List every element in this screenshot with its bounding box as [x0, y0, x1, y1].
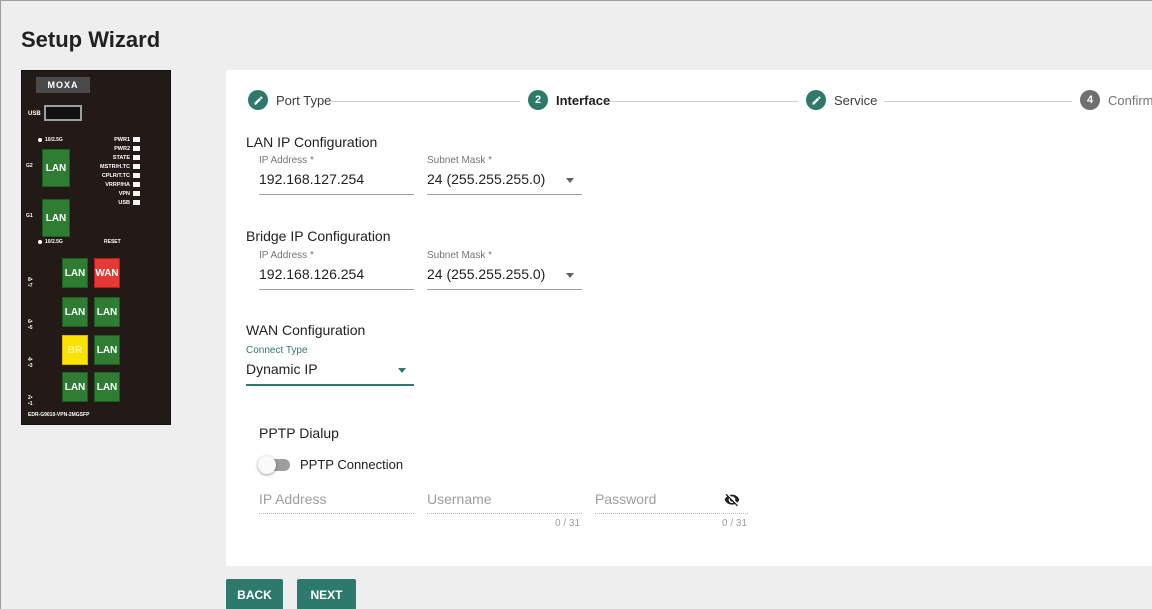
- device-port-g1: LAN: [42, 199, 70, 237]
- edit-icon: [253, 95, 263, 105]
- step-number-badge: 2: [528, 90, 548, 110]
- step-port-type[interactable]: Port Type: [248, 90, 331, 110]
- page-title: Setup Wizard: [21, 27, 161, 52]
- device-port-wan: WAN: [94, 258, 120, 288]
- dropdown-arrow-icon: [566, 273, 574, 278]
- lan-ip-field[interactable]: IP Address * 192.168.127.254: [259, 155, 414, 195]
- step-interface[interactable]: 2 Interface: [528, 90, 610, 110]
- step-label: Service: [834, 92, 878, 108]
- field-underline: [259, 289, 414, 290]
- step-connector: [884, 101, 1072, 102]
- device-port-3: LAN: [94, 335, 120, 365]
- step-confirm[interactable]: 4 Confirm: [1080, 90, 1152, 110]
- device-led: MSTR/H.TC: [100, 162, 140, 171]
- field-underline: [259, 194, 414, 195]
- device-speed-label-bottom: 10/2.5G: [38, 239, 63, 245]
- device-model-label: EDR-G9010-VPN-2MGSFP: [28, 412, 90, 418]
- device-side-label: 8• •7: [28, 277, 33, 289]
- field-label: Subnet Mask *: [427, 250, 493, 261]
- back-button[interactable]: BACK: [226, 579, 283, 609]
- device-port-g2: LAN: [42, 149, 70, 187]
- wan-section-title: WAN Configuration: [246, 322, 366, 338]
- step-connector: [330, 101, 520, 102]
- device-led: PWR2: [100, 144, 140, 153]
- step-number-badge: 4: [1080, 90, 1100, 110]
- device-g1-label: G1: [26, 213, 33, 219]
- step-label: Port Type: [276, 92, 332, 108]
- dropdown-arrow-icon: [398, 368, 406, 373]
- password-char-counter: 0 / 31: [722, 518, 748, 529]
- device-led: VPN: [100, 189, 140, 198]
- device-port-6: LAN: [62, 297, 88, 327]
- device-led: CPLR/T.TC: [100, 171, 140, 180]
- step-service[interactable]: Service: [806, 90, 877, 110]
- field-underline: [259, 513, 414, 514]
- toggle-label: PPTP Connection: [300, 457, 404, 472]
- device-led: STATE: [100, 153, 140, 162]
- bridge-subnet-value: 24 (255.255.255.0): [427, 266, 546, 282]
- next-button[interactable]: NEXT: [297, 579, 356, 609]
- pptp-connection-toggle[interactable]: PPTP Connection: [258, 455, 404, 474]
- bridge-ip-value: 192.168.126.254: [259, 266, 365, 282]
- device-g2-label: G2: [26, 163, 33, 169]
- field-underline: [427, 289, 582, 290]
- field-underline: [595, 513, 748, 514]
- bridge-ip-field[interactable]: IP Address * 192.168.126.254: [259, 250, 414, 290]
- device-speed-label-top: 10/2.5G: [38, 137, 63, 143]
- field-underline: [427, 194, 582, 195]
- step-done-badge: [248, 90, 268, 110]
- bridge-subnet-select[interactable]: Subnet Mask * 24 (255.255.255.0): [427, 250, 582, 290]
- field-label: IP Address *: [259, 155, 314, 166]
- device-port-2: LAN: [62, 372, 88, 402]
- device-port-5: LAN: [94, 297, 120, 327]
- toggle-track[interactable]: [258, 455, 290, 474]
- lan-ip-value: 192.168.127.254: [259, 171, 365, 187]
- username-char-counter: 0 / 31: [555, 518, 581, 529]
- pptp-username-input[interactable]: Username: [427, 491, 582, 514]
- device-panel: MOXA USB 10/2.5G PWR1 PWR2 STATE MSTR/H.…: [21, 70, 171, 425]
- step-connector: [610, 101, 798, 102]
- device-port-8: LAN: [62, 258, 88, 288]
- device-led: USB: [100, 198, 140, 207]
- field-label: Connect Type: [246, 345, 308, 356]
- bridge-section-title: Bridge IP Configuration: [246, 228, 391, 244]
- wizard-frame: Setup Wizard MOXA USB 10/2.5G PWR1 PWR2 …: [0, 0, 1152, 609]
- visibility-off-icon[interactable]: [723, 492, 741, 513]
- lan-subnet-select[interactable]: Subnet Mask * 24 (255.255.255.0): [427, 155, 582, 195]
- dropdown-arrow-icon: [566, 178, 574, 183]
- field-label: Subnet Mask *: [427, 155, 493, 166]
- lan-subnet-value: 24 (255.255.255.0): [427, 171, 546, 187]
- device-port-br: BR: [62, 335, 88, 365]
- pptp-section-title: PPTP Dialup: [259, 425, 339, 441]
- step-label: Confirm: [1108, 92, 1152, 108]
- device-reset-label: RESET: [104, 239, 121, 245]
- step-label: Interface: [556, 92, 611, 108]
- stepper: Port Type 2 Interface Service 4 Confirm: [226, 70, 1152, 132]
- input-placeholder: Username: [427, 491, 492, 507]
- device-side-label: 6• •5: [28, 319, 33, 331]
- device-led-list: PWR1 PWR2 STATE MSTR/H.TC CPLR/T.TC VRRP…: [100, 135, 140, 207]
- device-led: PWR1: [100, 135, 140, 144]
- edit-icon: [811, 95, 821, 105]
- pptp-ip-input[interactable]: IP Address: [259, 491, 414, 514]
- device-dot-icon: [38, 137, 42, 142]
- wizard-card: Port Type 2 Interface Service 4 Confirm …: [226, 70, 1152, 566]
- wan-connect-type-select[interactable]: Connect Type Dynamic IP: [246, 345, 414, 386]
- field-underline: [427, 513, 582, 514]
- field-label: IP Address *: [259, 250, 314, 261]
- wan-connect-type-value: Dynamic IP: [246, 361, 318, 377]
- step-done-badge: [806, 90, 826, 110]
- device-dot-icon: [38, 239, 42, 244]
- device-port-1: LAN: [94, 372, 120, 402]
- device-side-label: 2• •1: [28, 395, 33, 407]
- device-brand-logo: MOXA: [36, 77, 90, 93]
- lan-section-title: LAN IP Configuration: [246, 134, 378, 150]
- toggle-knob[interactable]: [258, 455, 276, 474]
- input-placeholder: IP Address: [259, 491, 327, 507]
- device-led: VRRP/HA: [100, 180, 140, 189]
- field-underline: [246, 384, 414, 386]
- device-side-label: 4• •3: [28, 357, 33, 369]
- device-usb-port: [44, 105, 82, 121]
- device-usb-label: USB: [28, 111, 41, 117]
